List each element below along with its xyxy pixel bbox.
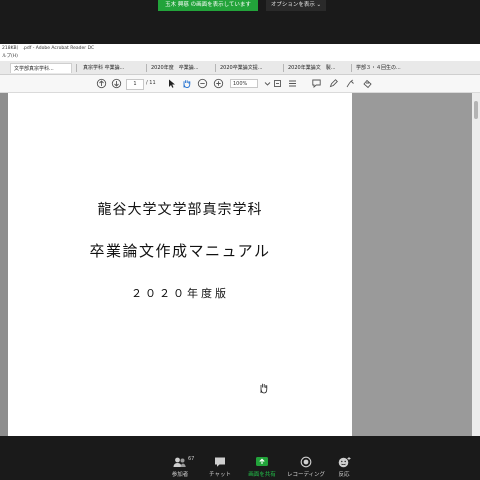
shared-window: 218KB） .pdf - Adobe Acrobat Reader DC ルプ… [0, 44, 480, 436]
draw-icon[interactable] [345, 78, 356, 89]
record-icon [300, 456, 312, 468]
document-viewport[interactable]: 龍谷大学文学部真宗学科 卒業論文作成マニュアル ２０２０年度版 [0, 93, 480, 436]
tab-document-2[interactable]: 真宗学科 卒業論... [80, 63, 142, 73]
scroll-mode-icon[interactable] [287, 78, 298, 89]
zoom-out-icon[interactable] [197, 78, 208, 89]
pdf-page: 龍谷大学文学部真宗学科 卒業論文作成マニュアル ２０２０年度版 [8, 93, 352, 436]
reaction-emoji-icon [338, 457, 351, 468]
tab-document-5[interactable]: 2020年業論文 製... [285, 63, 349, 73]
chat-button[interactable]: チャット [198, 456, 242, 480]
sign-icon[interactable] [362, 78, 373, 89]
vertical-scrollbar[interactable] [472, 93, 480, 436]
document-edition: ２０２０年度版 [131, 287, 229, 300]
share-screen-label: 画面を共有 [248, 472, 276, 478]
chat-icon [215, 457, 225, 467]
left-gutter [0, 93, 8, 436]
hand-cursor-icon [260, 383, 268, 394]
share-screen-button[interactable]: 画面を共有 [240, 456, 284, 480]
fit-page-icon[interactable] [272, 78, 283, 89]
select-cursor-icon[interactable] [166, 78, 177, 89]
participants-icon [173, 457, 186, 467]
acrobat-toolbar: 1 / 11 100% [0, 75, 480, 93]
participants-label: 参加者 [171, 472, 189, 478]
comment-icon[interactable] [311, 78, 322, 89]
document-title: 卒業論文作成マニュアル [89, 242, 271, 260]
document-tab-strip: 文学部真宗学科... 真宗学科 卒業論... 2020年度 卒業論... 202… [0, 61, 480, 75]
participants-button[interactable]: 67 参加者 [158, 456, 202, 480]
reactions-button[interactable]: 反応 [322, 456, 366, 480]
tab-document-1[interactable]: 文学部真宗学科... [10, 63, 72, 73]
acrobat-title-bar: 218KB） .pdf - Adobe Acrobat Reader DC [0, 44, 480, 53]
screen-share-banner: 玉木 興慈 の画面を表示しています [158, 0, 258, 11]
tab-separator [76, 64, 77, 72]
acrobat-menu-bar[interactable]: ルプ(H) [0, 53, 480, 61]
zoom-level-dropdown[interactable]: 100% [230, 79, 258, 88]
document-department: 龍谷大学文学部真宗学科 [97, 202, 263, 218]
scrollbar-thumb[interactable] [474, 101, 478, 119]
tab-separator [351, 64, 352, 72]
meeting-controls: 67 参加者 チャット 画面を共有 レコーディング 反応 [0, 436, 480, 480]
hand-tool-icon[interactable] [181, 78, 192, 89]
pen-icon[interactable] [328, 78, 339, 89]
tab-document-3[interactable]: 2020年度 卒業論... [148, 63, 212, 73]
tab-document-6[interactable]: 学部３・４回生の... [353, 63, 417, 73]
tab-document-4[interactable]: 2020卒業論文提... [217, 63, 281, 73]
share-screen-icon [256, 457, 268, 466]
participant-count: 67 [188, 456, 195, 462]
tab-separator [215, 64, 216, 72]
reactions-label: 反応 [338, 472, 350, 478]
tab-separator [146, 64, 147, 72]
page-up-icon[interactable] [96, 78, 107, 89]
page-number-input[interactable]: 1 [126, 79, 144, 90]
view-options-button[interactable]: オプションを表示 ⌄ [266, 0, 326, 11]
page-down-icon[interactable] [111, 78, 122, 89]
zoom-in-icon[interactable] [213, 78, 224, 89]
tab-separator [283, 64, 284, 72]
page-total: / 11 [146, 80, 156, 86]
chat-label: チャット [209, 472, 231, 478]
